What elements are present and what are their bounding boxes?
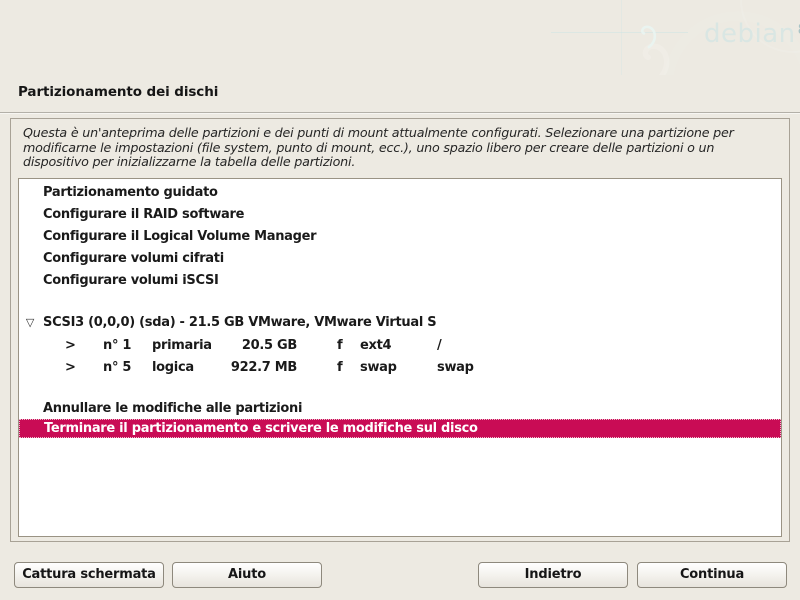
- list-item-finish-partitioning-selected[interactable]: Terminare il partizionamento e scrivere …: [19, 419, 781, 438]
- list-item-label: Configurare il RAID software: [43, 205, 244, 225]
- partition-row-1[interactable]: > n° 1 primaria 20.5 GB f ext4 /: [19, 336, 781, 356]
- partition-type: logica: [152, 358, 194, 378]
- intro-text: Questa è un'anteprima delle partizioni e…: [23, 126, 734, 170]
- partition-row-5[interactable]: > n° 5 logica 922.7 MB f swap swap: [19, 358, 781, 378]
- screenshot-button[interactable]: Cattura schermata: [14, 562, 164, 588]
- brand-logo-text: debian8: [704, 19, 800, 53]
- partition-mountpoint: swap: [437, 358, 474, 378]
- intro-line: modificarne le impostazioni (file system…: [23, 141, 734, 156]
- disk-row[interactable]: ▽ SCSI3 (0,0,0) (sda) - 21.5 GB VMware, …: [19, 313, 781, 333]
- list-item-label: Terminare il partizionamento e scrivere …: [44, 420, 478, 438]
- partition-filesystem: swap: [360, 358, 397, 378]
- header-banner: debian8: [0, 0, 800, 75]
- list-item-configure-raid[interactable]: Configurare il RAID software: [19, 205, 781, 225]
- disk-label: SCSI3 (0,0,0) (sda) - 21.5 GB VMware, VM…: [43, 313, 436, 333]
- list-item-label: Configurare volumi cifrati: [43, 249, 224, 269]
- partition-format-flag: f: [337, 336, 342, 356]
- partition-list: Partizionamento guidato Configurare il R…: [18, 178, 782, 537]
- partition-mountpoint: /: [437, 336, 441, 356]
- intro-line: dispositivo per inizializzarne la tabell…: [23, 155, 734, 170]
- partition-marker: >: [65, 358, 76, 378]
- intro-line: Questa è un'anteprima delle partizioni e…: [23, 126, 734, 141]
- partition-marker: >: [65, 336, 76, 356]
- partition-size: 20.5 GB: [219, 336, 297, 356]
- list-item-undo-changes[interactable]: Annullare le modifiche alle partizioni: [19, 399, 781, 419]
- page-title: Partizionamento dei dischi: [18, 84, 218, 100]
- list-item-label: Annullare le modifiche alle partizioni: [43, 399, 302, 419]
- content-frame: Questa è un'anteprima delle partizioni e…: [10, 118, 790, 542]
- debian-swirl-logo-icon: [0, 0, 800, 75]
- brand-name: debian: [704, 19, 796, 49]
- help-button[interactable]: Aiuto: [172, 562, 322, 588]
- list-item-guided-partitioning[interactable]: Partizionamento guidato: [19, 183, 781, 203]
- partition-type: primaria: [152, 336, 212, 356]
- list-item-configure-iscsi[interactable]: Configurare volumi iSCSI: [19, 271, 781, 291]
- continue-button[interactable]: Continua: [637, 562, 787, 588]
- partition-format-flag: f: [337, 358, 342, 378]
- list-item-configure-lvm[interactable]: Configurare il Logical Volume Manager: [19, 227, 781, 247]
- expander-triangle-icon[interactable]: ▽: [22, 313, 38, 333]
- back-button[interactable]: Indietro: [478, 562, 628, 588]
- partition-size: 922.7 MB: [219, 358, 297, 378]
- list-item-label: Partizionamento guidato: [43, 183, 218, 203]
- partition-number: n° 5: [103, 358, 131, 378]
- partition-number: n° 1: [103, 336, 131, 356]
- partition-filesystem: ext4: [360, 336, 391, 356]
- list-item-label: Configurare il Logical Volume Manager: [43, 227, 316, 247]
- title-separator: [0, 112, 800, 114]
- list-item-label: Configurare volumi iSCSI: [43, 271, 219, 291]
- list-item-configure-encrypted[interactable]: Configurare volumi cifrati: [19, 249, 781, 269]
